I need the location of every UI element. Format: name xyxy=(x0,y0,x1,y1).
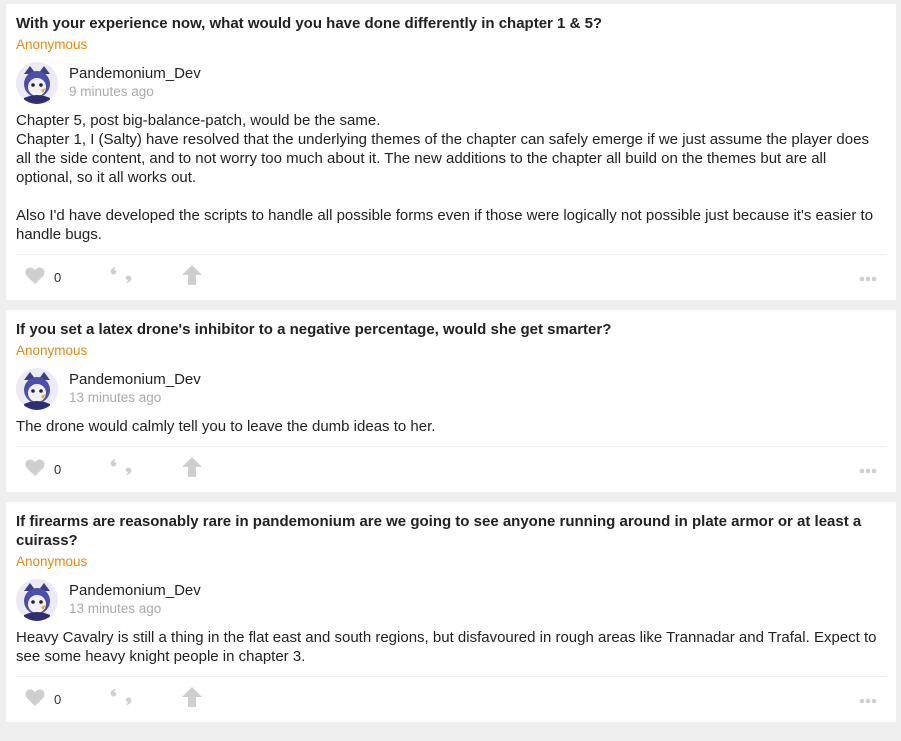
like-button[interactable]: 0 xyxy=(24,265,61,290)
avatar[interactable] xyxy=(16,579,58,621)
like-button[interactable]: 0 xyxy=(24,457,61,482)
author-name[interactable]: Pandemonium_Dev xyxy=(69,65,201,83)
answer-card: If firearms are reasonably rare in pande… xyxy=(6,502,896,722)
answer-card: If you set a latex drone's inhibitor to … xyxy=(6,310,896,492)
quote-icon xyxy=(109,265,133,290)
answer-text: Chapter 5, post big-balance-patch, would… xyxy=(16,111,886,254)
timestamp[interactable]: 13 minutes ago xyxy=(69,600,201,618)
answer-paragraph: Heavy Cavalry is still a thing in the fl… xyxy=(16,629,877,665)
share-button[interactable] xyxy=(181,264,203,291)
heart-icon xyxy=(24,457,46,482)
answer-feed: With your experience now, what would you… xyxy=(6,4,896,732)
share-button[interactable] xyxy=(181,456,203,483)
answer-paragraph: Chapter 5, post big-balance-patch, would… xyxy=(16,112,869,186)
like-count: 0 xyxy=(54,270,62,285)
avatar[interactable] xyxy=(16,368,58,410)
answer-paragraph: The drone would calmly tell you to leave… xyxy=(16,418,436,435)
more-dots-icon xyxy=(859,461,877,479)
action-bar: 0 xyxy=(16,254,886,300)
more-options-button[interactable] xyxy=(859,269,877,287)
avatar-image xyxy=(16,368,58,410)
avatar-image xyxy=(16,579,58,621)
answer-card: With your experience now, what would you… xyxy=(6,4,896,300)
author-meta: Pandemonium_Dev 13 minutes ago xyxy=(69,582,201,618)
author-row: Pandemonium_Dev 9 minutes ago xyxy=(16,62,886,104)
author-name[interactable]: Pandemonium_Dev xyxy=(69,371,201,389)
more-dots-icon xyxy=(859,691,877,709)
share-arrow-icon xyxy=(181,686,203,713)
author-meta: Pandemonium_Dev 9 minutes ago xyxy=(69,65,201,101)
quote-button[interactable] xyxy=(109,687,133,712)
action-bar: 0 xyxy=(16,446,886,492)
author-row: Pandemonium_Dev 13 minutes ago xyxy=(16,579,886,621)
more-dots-icon xyxy=(859,269,877,287)
asker-name: Anonymous xyxy=(16,554,88,569)
like-button[interactable]: 0 xyxy=(24,687,61,712)
heart-icon xyxy=(24,265,46,290)
share-arrow-icon xyxy=(181,264,203,291)
author-name[interactable]: Pandemonium_Dev xyxy=(69,582,201,600)
quote-icon xyxy=(109,457,133,482)
share-button[interactable] xyxy=(181,686,203,713)
like-count: 0 xyxy=(54,692,62,707)
heart-icon xyxy=(24,687,46,712)
answer-paragraph: Also I'd have developed the scripts to h… xyxy=(16,207,874,243)
more-options-button[interactable] xyxy=(859,691,877,709)
question-text[interactable]: With your experience now, what would you… xyxy=(16,14,886,33)
share-arrow-icon xyxy=(181,456,203,483)
answer-text: The drone would calmly tell you to leave… xyxy=(16,417,886,446)
avatar[interactable] xyxy=(16,62,58,104)
quote-button[interactable] xyxy=(109,457,133,482)
quote-button[interactable] xyxy=(109,265,133,290)
answer-text: Heavy Cavalry is still a thing in the fl… xyxy=(16,628,886,676)
action-bar: 0 xyxy=(16,676,886,722)
asker-name: Anonymous xyxy=(16,37,88,52)
asker-name: Anonymous xyxy=(16,343,88,358)
like-count: 0 xyxy=(54,462,62,477)
author-row: Pandemonium_Dev 13 minutes ago xyxy=(16,368,886,410)
question-text[interactable]: If you set a latex drone's inhibitor to … xyxy=(16,320,886,339)
author-meta: Pandemonium_Dev 13 minutes ago xyxy=(69,371,201,407)
more-options-button[interactable] xyxy=(859,461,877,479)
quote-icon xyxy=(109,687,133,712)
avatar-image xyxy=(16,62,58,104)
question-text[interactable]: If firearms are reasonably rare in pande… xyxy=(16,512,886,550)
timestamp[interactable]: 9 minutes ago xyxy=(69,83,201,101)
timestamp[interactable]: 13 minutes ago xyxy=(69,389,201,407)
